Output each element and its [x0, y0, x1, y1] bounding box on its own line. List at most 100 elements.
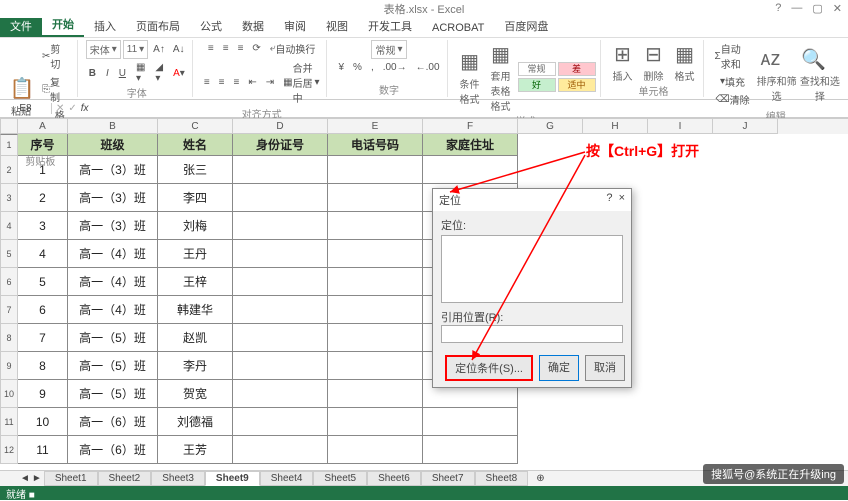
table-header[interactable]: 班级: [68, 134, 158, 156]
row-header[interactable]: 4: [0, 212, 18, 240]
insert-icon[interactable]: ⊞: [609, 40, 637, 68]
ribbon-tab[interactable]: ACROBAT: [422, 19, 494, 37]
cell[interactable]: [233, 296, 328, 324]
minimize-icon[interactable]: —: [791, 2, 802, 15]
ribbon-tab[interactable]: 公式: [190, 15, 232, 37]
col-header[interactable]: J: [713, 119, 778, 134]
cell[interactable]: 5: [18, 268, 68, 296]
ribbon-tab[interactable]: 开发工具: [358, 15, 422, 37]
select-all[interactable]: [0, 119, 18, 134]
row-header[interactable]: 10: [0, 380, 18, 408]
copy-button[interactable]: ⎘ 复制: [39, 73, 73, 105]
grow-font-icon[interactable]: A↑: [150, 40, 168, 59]
row-header[interactable]: 2: [0, 156, 18, 184]
col-header[interactable]: G: [518, 119, 583, 134]
percent-icon[interactable]: %: [350, 61, 365, 74]
ribbon-tab[interactable]: 插入: [84, 15, 126, 37]
new-sheet-icon[interactable]: ⊕: [530, 473, 550, 484]
cell[interactable]: [233, 436, 328, 464]
cell[interactable]: [328, 352, 423, 380]
cell[interactable]: 高一（4）班: [68, 240, 158, 268]
worksheet[interactable]: ABCDEFGHIJ 1序号班级姓名身份证号电话号码家庭住址21高一（3）班张三…: [0, 118, 848, 470]
cell[interactable]: 7: [18, 324, 68, 352]
cell[interactable]: 高一（4）班: [68, 296, 158, 324]
cell[interactable]: [233, 240, 328, 268]
cell[interactable]: 刘梅: [158, 212, 233, 240]
cell[interactable]: 高一（3）班: [68, 212, 158, 240]
inc-dec-icon[interactable]: .00→: [380, 61, 410, 74]
underline-icon[interactable]: U: [116, 61, 129, 85]
row-header[interactable]: 6: [0, 268, 18, 296]
shrink-font-icon[interactable]: A↓: [170, 40, 188, 59]
row-header[interactable]: 12: [0, 436, 18, 464]
cell[interactable]: [328, 212, 423, 240]
cell[interactable]: 高一（5）班: [68, 352, 158, 380]
cell[interactable]: 9: [18, 380, 68, 408]
indent-dec-icon[interactable]: ⇤: [245, 59, 259, 106]
cell[interactable]: [328, 296, 423, 324]
cut-button[interactable]: ✂ 剪切: [39, 40, 73, 72]
cancel-fx-icon[interactable]: ✕: [56, 103, 64, 114]
col-header[interactable]: D: [233, 119, 328, 134]
cell[interactable]: [328, 380, 423, 408]
sheet-nav-prev-icon[interactable]: ◄: [20, 473, 30, 484]
cell[interactable]: [233, 156, 328, 184]
cell[interactable]: 3: [18, 212, 68, 240]
cell[interactable]: [328, 408, 423, 436]
col-header[interactable]: B: [68, 119, 158, 134]
cell[interactable]: 高一（3）班: [68, 184, 158, 212]
cancel-button[interactable]: 取消: [585, 355, 625, 381]
cell[interactable]: [233, 352, 328, 380]
merge-button[interactable]: ▦ 合并后居中 ▾: [280, 59, 322, 106]
currency-icon[interactable]: ¥: [335, 61, 347, 74]
ribbon-tab[interactable]: 页面布局: [126, 15, 190, 37]
clear-button[interactable]: ⌫ 清除: [712, 91, 754, 108]
style-good[interactable]: 好: [518, 78, 556, 92]
autosum-button[interactable]: Σ 自动求和: [712, 40, 754, 72]
cell[interactable]: 李四: [158, 184, 233, 212]
table-header[interactable]: 序号: [18, 134, 68, 156]
cell[interactable]: 高一（6）班: [68, 436, 158, 464]
col-header[interactable]: I: [648, 119, 713, 134]
cell[interactable]: 张三: [158, 156, 233, 184]
row-header[interactable]: 1: [0, 134, 18, 156]
col-header[interactable]: F: [423, 119, 518, 134]
cell[interactable]: [328, 156, 423, 184]
indent-inc-icon[interactable]: ⇥: [263, 59, 277, 106]
cell[interactable]: 1: [18, 156, 68, 184]
file-tab[interactable]: 文件: [0, 15, 42, 37]
size-select[interactable]: 11 ▾: [123, 40, 148, 59]
align-right-icon[interactable]: ≡: [231, 59, 243, 106]
align-bot-icon[interactable]: ≡: [235, 40, 247, 57]
cell[interactable]: 刘德福: [158, 408, 233, 436]
font-select[interactable]: 宋体 ▾: [86, 40, 121, 59]
cell[interactable]: [233, 380, 328, 408]
sort-icon[interactable]: ᴀᴢ: [757, 45, 785, 73]
table-header[interactable]: 身份证号: [233, 134, 328, 156]
style-mid[interactable]: 适中: [558, 78, 596, 92]
ribbon-tab[interactable]: 数据: [232, 15, 274, 37]
maximize-icon[interactable]: ▢: [812, 2, 822, 15]
fx-icon[interactable]: fx: [81, 103, 89, 114]
row-header[interactable]: 3: [0, 184, 18, 212]
sheet-tab[interactable]: Sheet6: [367, 471, 421, 486]
cell[interactable]: [423, 408, 518, 436]
ribbon-tab[interactable]: 视图: [316, 15, 358, 37]
align-center-icon[interactable]: ≡: [216, 59, 228, 106]
cell[interactable]: [423, 156, 518, 184]
sheet-tab[interactable]: Sheet3: [151, 471, 205, 486]
font-color-icon[interactable]: A ▾: [170, 61, 188, 85]
cell[interactable]: 8: [18, 352, 68, 380]
sheet-tab[interactable]: Sheet2: [98, 471, 152, 486]
cell[interactable]: [328, 268, 423, 296]
number-format-select[interactable]: 常规 ▾: [371, 40, 406, 59]
enter-fx-icon[interactable]: ✓: [68, 103, 76, 114]
style-bad[interactable]: 差: [558, 62, 596, 76]
align-top-icon[interactable]: ≡: [205, 40, 217, 57]
cell[interactable]: 王丹: [158, 240, 233, 268]
table-header[interactable]: 姓名: [158, 134, 233, 156]
style-normal[interactable]: 常规: [518, 62, 556, 76]
sheet-tab[interactable]: Sheet1: [44, 471, 98, 486]
cell[interactable]: 赵凯: [158, 324, 233, 352]
cell[interactable]: [328, 184, 423, 212]
